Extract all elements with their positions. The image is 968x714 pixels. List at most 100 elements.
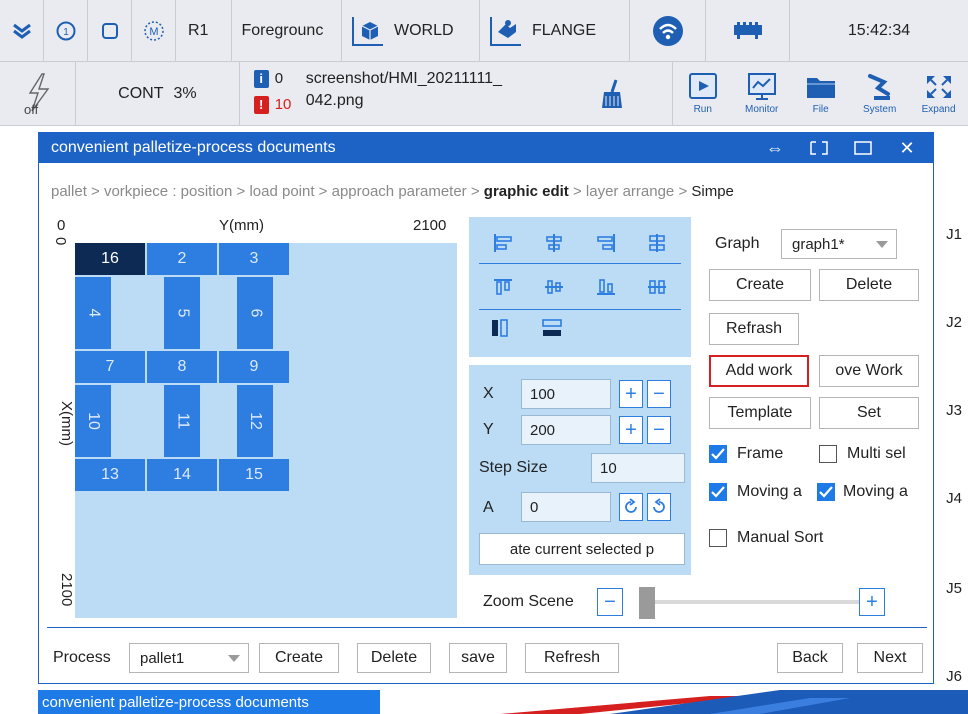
- wireless-teach-icon[interactable]: [630, 0, 706, 62]
- graph-select[interactable]: graph1*: [781, 229, 897, 259]
- frame-checkbox[interactable]: Frame: [709, 445, 809, 463]
- x-decrease-button[interactable]: −: [647, 380, 671, 408]
- workpiece-16[interactable]: 16: [75, 243, 145, 275]
- monitor-button[interactable]: Monitor: [732, 62, 791, 126]
- zoom-in-button[interactable]: +: [859, 588, 885, 616]
- message-area[interactable]: i 0 ! 10 screenshot/HMI_20211111_ 042.pn…: [240, 62, 622, 126]
- zoom-slider-thumb[interactable]: [639, 587, 655, 619]
- power-cycle-icon[interactable]: 1: [44, 0, 88, 62]
- workpiece-7[interactable]: 7: [75, 351, 145, 383]
- zoom-out-button[interactable]: −: [597, 588, 623, 616]
- distribute-v-icon[interactable]: [642, 272, 672, 302]
- coord-frame-selector[interactable]: WORLD: [342, 0, 480, 62]
- io-board-icon[interactable]: [706, 0, 790, 62]
- system-button[interactable]: System: [850, 62, 909, 126]
- rotate-ccw-button[interactable]: [647, 493, 671, 521]
- align-center-h-icon[interactable]: [539, 228, 569, 258]
- window-toggle-icon[interactable]: [88, 0, 132, 62]
- delete-process-button[interactable]: Delete: [357, 643, 431, 673]
- robot-selector[interactable]: R1: [176, 0, 232, 62]
- y-increase-button[interactable]: +: [619, 416, 643, 444]
- multi-select-label: Multi sel: [847, 445, 906, 462]
- workpiece-2[interactable]: 2: [147, 243, 217, 275]
- y-decrease-button[interactable]: −: [647, 416, 671, 444]
- update-selected-button[interactable]: ate current selected p: [479, 533, 685, 565]
- layout-canvas[interactable]: 16 2 3 4 5 6 7 8 9 10 11 12 13 14 15: [75, 243, 457, 618]
- x-input[interactable]: 100: [521, 379, 611, 409]
- workpiece-label: 4: [85, 308, 102, 318]
- workpiece-8[interactable]: 8: [147, 351, 217, 383]
- rotate-ccw-icon: [653, 498, 665, 513]
- dialog-title-bar[interactable]: convenient palletize-process documents ⇔…: [39, 133, 933, 163]
- breadcrumb-mid[interactable]: > layer arrange >: [569, 183, 692, 200]
- next-button[interactable]: Next: [857, 643, 923, 673]
- refresh-process-button[interactable]: Refresh: [525, 643, 619, 673]
- y-input[interactable]: 200: [521, 415, 611, 445]
- align-top-icon[interactable]: [488, 272, 518, 302]
- add-work-button[interactable]: Add work: [709, 355, 809, 387]
- servo-toggle[interactable]: off: [0, 61, 77, 126]
- zoom-control: Zoom Scene − +: [469, 585, 909, 621]
- file-button[interactable]: File: [791, 62, 850, 126]
- split-view-icon[interactable]: [797, 133, 841, 163]
- mode-selector[interactable]: Foregrounc: [232, 0, 342, 62]
- workpiece-6[interactable]: 6: [237, 277, 273, 349]
- workpiece-3[interactable]: 3: [219, 243, 289, 275]
- run-mode: CONT: [118, 84, 164, 102]
- rotate-cw-button[interactable]: [619, 493, 643, 521]
- workpiece-12[interactable]: 12: [237, 385, 273, 457]
- manual-sort-checkbox[interactable]: Manual Sort: [709, 529, 889, 547]
- rotate-horizontal-icon[interactable]: [537, 313, 567, 343]
- run-mode-display[interactable]: CONT 3%: [76, 61, 240, 126]
- workpiece-11[interactable]: 11: [164, 385, 200, 457]
- align-left-icon[interactable]: [488, 228, 518, 258]
- workpiece-5[interactable]: 5: [164, 277, 200, 349]
- save-process-button[interactable]: save: [449, 643, 507, 673]
- align-middle-v-icon[interactable]: [539, 272, 569, 302]
- moving-a-checkbox[interactable]: Moving a: [709, 483, 817, 501]
- resize-horizontal-icon[interactable]: ⇔: [753, 133, 797, 163]
- workpiece-15[interactable]: 15: [219, 459, 289, 491]
- run-button[interactable]: Run: [673, 62, 732, 126]
- info-icon: i: [253, 69, 269, 88]
- align-bottom-icon[interactable]: [591, 272, 621, 302]
- breadcrumb-current[interactable]: graphic edit: [484, 183, 569, 200]
- canvas-y-axis-label: Y(mm): [219, 217, 264, 234]
- workpiece-14[interactable]: 14: [147, 459, 217, 491]
- distribute-h-icon[interactable]: [642, 228, 672, 258]
- taskbar-item[interactable]: convenient palletize-process documents: [38, 690, 380, 714]
- workpiece-4[interactable]: 4: [75, 277, 111, 349]
- create-graph-button[interactable]: Create: [709, 269, 811, 301]
- angle-input[interactable]: 0: [521, 492, 611, 522]
- set-button[interactable]: Set: [819, 397, 919, 429]
- delete-graph-button[interactable]: Delete: [819, 269, 919, 301]
- process-select[interactable]: pallet1: [129, 643, 249, 673]
- workpiece-10[interactable]: 10: [75, 385, 111, 457]
- error-count: 10: [274, 96, 292, 113]
- expand-arrows-icon: [926, 76, 951, 98]
- refresh-graph-button[interactable]: Refrash: [709, 313, 799, 345]
- tool-frame-label: FLANGE: [532, 21, 597, 39]
- rotate-vertical-icon[interactable]: [485, 313, 515, 343]
- zoom-slider-track[interactable]: [639, 600, 859, 604]
- moving-b-checkbox[interactable]: Moving a: [817, 483, 929, 501]
- back-button[interactable]: Back: [777, 643, 843, 673]
- close-icon[interactable]: ✕: [885, 133, 929, 163]
- workpiece-9[interactable]: 9: [219, 351, 289, 383]
- workpiece-13[interactable]: 13: [75, 459, 145, 491]
- remove-work-button[interactable]: ove Work: [819, 355, 919, 387]
- x-increase-button[interactable]: +: [619, 380, 643, 408]
- create-process-button[interactable]: Create: [259, 643, 339, 673]
- breadcrumb-prefix[interactable]: pallet > vorkpiece : position > load poi…: [51, 183, 484, 200]
- template-button[interactable]: Template: [709, 397, 811, 429]
- align-right-icon[interactable]: [591, 228, 621, 258]
- expand-button[interactable]: Expand: [909, 62, 968, 126]
- maximize-icon[interactable]: [841, 133, 885, 163]
- tool-frame-selector[interactable]: FLANGE: [480, 0, 630, 62]
- menu-chevron-icon[interactable]: [0, 0, 44, 62]
- chevron-down-icon: [876, 241, 888, 248]
- multi-select-checkbox[interactable]: Multi sel: [819, 445, 931, 463]
- step-size-input[interactable]: 10: [591, 453, 685, 483]
- breadcrumb-last[interactable]: Simpe: [691, 183, 734, 200]
- macro-icon[interactable]: M: [132, 0, 176, 62]
